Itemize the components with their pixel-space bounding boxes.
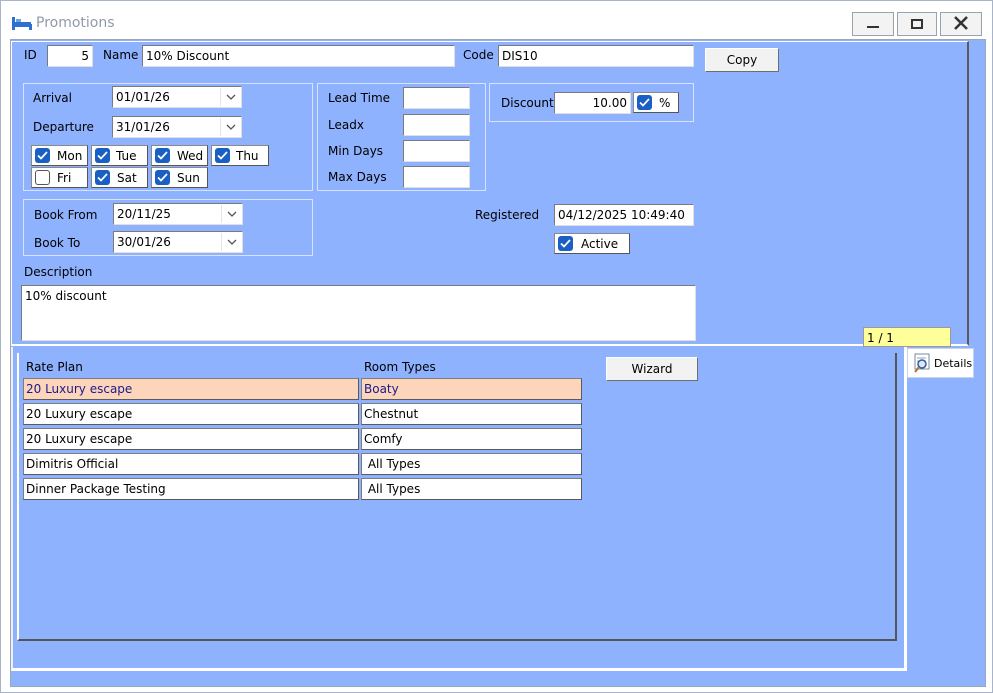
departure-value: 31/01/26 (116, 120, 170, 134)
departure-label: Departure (33, 120, 94, 134)
book-from-select[interactable]: 20/11/25 (113, 203, 243, 225)
discount-label: Discount (501, 96, 554, 110)
day-checkbox-thu[interactable]: Thu (211, 145, 269, 166)
rate-plan-cell[interactable]: Dinner Package Testing (23, 478, 359, 500)
rate-plan-cell[interactable]: 20 Luxury escape (23, 403, 359, 425)
day-label: Thu (236, 149, 259, 163)
close-button[interactable] (940, 12, 982, 36)
room-type-cell[interactable]: Chestnut (361, 403, 582, 425)
max-days-label: Max Days (328, 170, 387, 184)
day-checkbox-sat[interactable]: Sat (91, 167, 148, 188)
registered-field: 04/12/2025 10:49:40 (554, 204, 694, 226)
window-title: Promotions (36, 15, 115, 31)
lead-time-field[interactable] (403, 87, 470, 109)
bed-icon (11, 15, 33, 34)
day-label: Sun (177, 171, 200, 185)
arrival-value: 01/01/26 (116, 90, 170, 104)
day-checkbox-wed[interactable]: Wed (151, 145, 208, 166)
lead-time-label: Lead Time (328, 91, 391, 105)
record-counter: 1 / 1 (863, 327, 951, 347)
day-checkbox-fri[interactable]: Fri (31, 167, 88, 188)
checkbox-checked-icon (637, 95, 652, 110)
day-checkbox-tue[interactable]: Tue (91, 145, 148, 166)
chevron-down-icon[interactable] (221, 205, 241, 223)
max-days-field[interactable] (403, 166, 470, 188)
book-to-label: Book To (34, 236, 81, 250)
magnifier-icon (913, 353, 933, 373)
close-icon (953, 15, 969, 33)
checkbox-checked-icon (35, 148, 50, 163)
book-from-value: 20/11/25 (117, 207, 171, 221)
day-label: Sat (117, 171, 137, 185)
discount-field[interactable]: 10.00 (554, 92, 631, 114)
promotions-window: Promotions ID 5 Name 10% Discount Code D… (0, 0, 993, 693)
day-label: Wed (177, 149, 204, 163)
checkbox-checked-icon (155, 170, 170, 185)
maximize-icon (911, 19, 923, 29)
title-bar: Promotions (1, 1, 992, 41)
name-field[interactable]: 10% Discount (142, 45, 455, 67)
book-to-value: 30/01/26 (117, 235, 171, 249)
minimize-icon (867, 26, 879, 28)
arrival-label: Arrival (33, 91, 72, 105)
details-label: Details (934, 356, 973, 370)
day-label: Fri (57, 171, 72, 185)
percent-checkbox[interactable]: % (633, 92, 679, 113)
wizard-button[interactable]: Wizard (606, 357, 698, 381)
minimize-button[interactable] (852, 12, 894, 36)
chevron-down-icon[interactable] (220, 118, 240, 136)
arrival-select[interactable]: 01/01/26 (112, 86, 242, 108)
description-label: Description (24, 265, 93, 279)
active-label: Active (581, 237, 619, 251)
maximize-button[interactable] (897, 12, 937, 36)
room-type-cell[interactable]: Comfy (361, 428, 582, 450)
checkbox-checked-icon (558, 236, 573, 251)
departure-select[interactable]: 31/01/26 (112, 116, 242, 138)
details-button[interactable]: Details (907, 348, 974, 378)
min-days-label: Min Days (328, 144, 384, 158)
checkbox-checked-icon (95, 148, 110, 163)
active-checkbox[interactable]: Active (554, 233, 630, 254)
book-to-select[interactable]: 30/01/26 (113, 231, 243, 253)
leadx-field[interactable] (403, 114, 470, 136)
chevron-down-icon[interactable] (221, 233, 241, 251)
day-checkbox-sun[interactable]: Sun (151, 167, 208, 188)
day-label: Tue (116, 149, 137, 163)
rate-plan-cell[interactable]: Dimitris Official (23, 453, 359, 475)
column-header-rate-plan: Rate Plan (26, 360, 83, 374)
rate-plan-cell[interactable]: 20 Luxury escape (23, 428, 359, 450)
checkbox-checked-icon (95, 170, 110, 185)
checkbox-checked-icon (215, 148, 230, 163)
room-type-cell[interactable]: All Types (361, 453, 582, 475)
leadx-label: Leadx (328, 118, 364, 132)
description-textarea[interactable]: 10% discount (21, 285, 696, 341)
rate-plan-cell[interactable]: 20 Luxury escape (23, 378, 359, 400)
code-field[interactable]: DIS10 (498, 45, 694, 67)
room-type-cell[interactable]: All Types (361, 478, 582, 500)
min-days-field[interactable] (403, 140, 470, 162)
day-label: Mon (57, 149, 83, 163)
copy-button[interactable]: Copy (705, 48, 779, 72)
registered-label: Registered (475, 208, 540, 222)
day-checkbox-mon[interactable]: Mon (31, 145, 88, 166)
code-label: Code (463, 48, 494, 62)
id-label: ID (24, 48, 37, 62)
name-label: Name (103, 48, 139, 62)
column-header-room-types: Room Types (364, 360, 436, 374)
percent-label: % (659, 96, 671, 110)
checkbox-unchecked-icon (35, 170, 50, 185)
room-type-cell[interactable]: Boaty (361, 378, 582, 400)
id-field[interactable]: 5 (47, 45, 93, 67)
checkbox-checked-icon (155, 148, 170, 163)
book-from-label: Book From (34, 208, 98, 222)
chevron-down-icon[interactable] (220, 88, 240, 106)
